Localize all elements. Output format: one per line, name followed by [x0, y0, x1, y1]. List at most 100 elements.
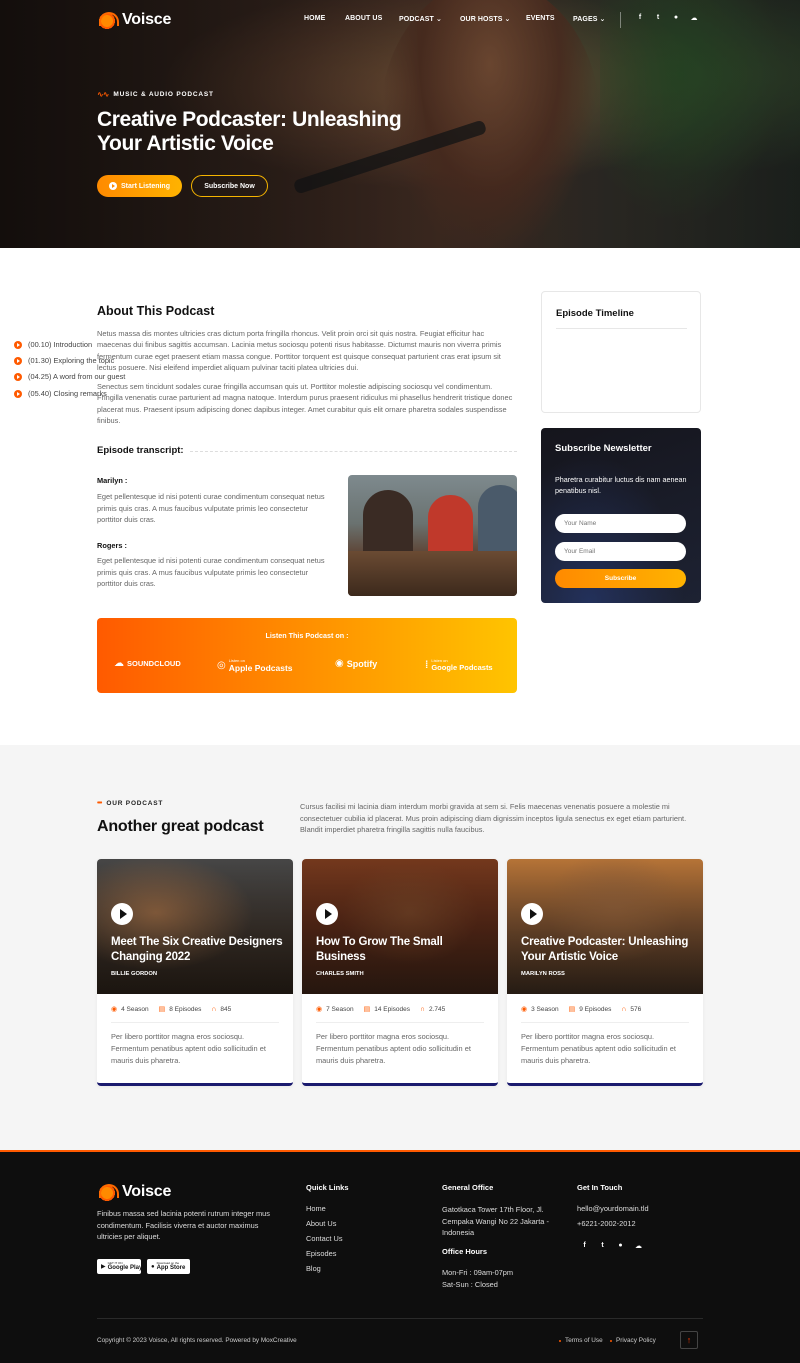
- footer-link-home[interactable]: Home: [306, 1204, 326, 1213]
- episodes-icon: ▤: [568, 1006, 576, 1013]
- twitter-icon[interactable]: t: [654, 14, 662, 22]
- google-podcasts-icon: ⁞: [425, 659, 429, 671]
- play-icon[interactable]: [316, 903, 338, 925]
- arrow-up-icon: ↑: [686, 1335, 692, 1345]
- office-hours: Sat-Sun : Closed: [442, 1280, 498, 1289]
- podcast-card[interactable]: Meet The Six Creative Designers Changing…: [97, 859, 293, 1086]
- contact-phone[interactable]: +6221-2002-2012: [577, 1219, 636, 1228]
- podcast-studio-photo: [348, 475, 517, 596]
- speaker-name: Marilyn :: [97, 476, 128, 485]
- play-icon[interactable]: [521, 903, 543, 925]
- footer-social-links: f t ● ☁: [581, 1242, 642, 1250]
- google-play-badge[interactable]: ▶ GET IT ON Google Play: [97, 1259, 142, 1274]
- podcast-icon: ◉: [316, 1006, 323, 1013]
- section-title: Another great podcast: [97, 818, 264, 835]
- card-author: CHARLES SMITH: [316, 971, 364, 977]
- card-text: Per libero porttitor magna eros sociosqu…: [521, 1032, 676, 1065]
- apple-podcasts-icon: ◎: [217, 660, 226, 671]
- footer-link-contact[interactable]: Contact Us: [306, 1234, 343, 1243]
- nav-item-podcast[interactable]: PODCAST ⌄: [399, 15, 442, 23]
- card-title[interactable]: Creative Podcaster: Unleashing Your Arti…: [521, 935, 693, 965]
- social-links: f t ● ☁: [636, 14, 698, 22]
- top-nav: Voisce HOME ABOUT US PODCAST ⌄ OUR HOSTS ⌄…: [0, 0, 800, 40]
- hero-title: Creative Podcaster: Unleashing Your Arti…: [97, 108, 402, 155]
- divider: [556, 328, 687, 329]
- divider: [97, 1318, 703, 1319]
- card-author: BILLIE GORDON: [111, 971, 158, 977]
- play-icon: [108, 182, 117, 190]
- nav-item-hosts[interactable]: OUR HOSTS ⌄: [460, 15, 510, 23]
- card-author: MARILYN ROSS: [521, 971, 565, 977]
- about-paragraph: Netus massa dis montes ultricies cras di…: [97, 329, 502, 373]
- dribbble-icon[interactable]: ●: [617, 1242, 624, 1250]
- soundcloud-icon: ☁: [114, 658, 124, 669]
- nav-divider: [620, 12, 621, 28]
- nav-item-about[interactable]: ABOUT US: [345, 15, 382, 22]
- card-title[interactable]: Meet The Six Creative Designers Changing…: [111, 935, 283, 965]
- chevron-down-icon: ⌄: [435, 16, 442, 23]
- newsletter-box: Subscribe Newsletter Pharetra curabitur …: [541, 428, 701, 603]
- divider: [316, 1022, 484, 1023]
- email-input[interactable]: [555, 542, 686, 561]
- subscribe-button[interactable]: Subscribe: [555, 569, 686, 588]
- timeline-item[interactable]: (04.25) A word from our guest: [14, 372, 125, 381]
- card-title[interactable]: How To Grow The Small Business: [316, 935, 488, 965]
- subscribe-now-button[interactable]: Subscribe Now: [191, 175, 268, 197]
- play-icon: [14, 372, 22, 381]
- listen-title: Listen This Podcast on :: [265, 631, 349, 640]
- footer-link-blog[interactable]: Blog: [306, 1264, 321, 1273]
- card-text: Per libero porttitor magna eros sociosqu…: [111, 1032, 266, 1065]
- footer-link-episodes[interactable]: Episodes: [306, 1249, 336, 1258]
- google-podcasts-link[interactable]: ⁞ Listen on Google Podcasts: [425, 658, 493, 672]
- divider: [111, 1022, 279, 1023]
- name-input[interactable]: [555, 514, 686, 533]
- newsletter-text: Pharetra curabitur luctus dis nam aenean…: [555, 475, 687, 495]
- twitter-icon[interactable]: t: [599, 1242, 606, 1250]
- spotify-icon: ◉: [335, 658, 344, 669]
- back-to-top-button[interactable]: ↑: [680, 1331, 698, 1349]
- headphones-icon: ∩: [211, 1005, 217, 1013]
- timeline-title: Episode Timeline: [556, 308, 634, 319]
- chevron-down-icon: ⌄: [599, 16, 606, 23]
- logo-text: Voisce: [122, 11, 172, 28]
- facebook-icon[interactable]: f: [636, 14, 644, 22]
- contact-email[interactable]: hello@yourdomain.tld: [577, 1204, 649, 1213]
- office-hours-title: Office Hours: [442, 1247, 488, 1256]
- app-store-badge[interactable]: ● Download on the App Store: [147, 1259, 190, 1274]
- logo[interactable]: Voisce: [97, 10, 171, 30]
- play-icon: [14, 389, 22, 398]
- audio-wave-icon: ∿∿: [97, 90, 109, 99]
- privacy-link[interactable]: Privacy Policy: [610, 1337, 656, 1344]
- speaker-text: Eget pellentesque id nisi potenti curae …: [97, 492, 325, 525]
- section-tag: ••• OUR PODCAST: [97, 800, 164, 807]
- about-paragraph: Senectus sem tincidunt sodales curae fri…: [97, 382, 513, 426]
- soundcloud-icon[interactable]: ☁: [690, 14, 698, 22]
- apple-icon: ●: [151, 1263, 155, 1270]
- listen-platforms-box: Listen This Podcast on : ☁ SOUNDCLOUD ◎ …: [97, 618, 517, 693]
- timeline-item[interactable]: (05.40) Closing remarks: [14, 389, 107, 398]
- hero-tag: ∿∿ MUSIC & AUDIO PODCAST: [97, 90, 214, 99]
- facebook-icon[interactable]: f: [581, 1242, 588, 1250]
- dots-icon: •••: [97, 800, 102, 807]
- terms-link[interactable]: Terms of Use: [559, 1337, 603, 1344]
- start-listening-button[interactable]: Start Listening: [97, 175, 182, 197]
- soundcloud-icon[interactable]: ☁: [635, 1242, 642, 1250]
- apple-podcasts-link[interactable]: ◎ Listen on Apple Podcasts: [217, 658, 293, 673]
- dribbble-icon[interactable]: ●: [672, 14, 680, 22]
- nav-item-home[interactable]: HOME: [304, 15, 325, 22]
- timeline-item[interactable]: (00.10) Introduction: [14, 340, 92, 349]
- footer-logo[interactable]: Voisce: [97, 1182, 171, 1202]
- footer-link-about[interactable]: About Us: [306, 1219, 336, 1228]
- nav-item-events[interactable]: EVENTS: [526, 15, 555, 22]
- play-icon: [14, 340, 22, 349]
- podcast-icon: ◉: [521, 1006, 528, 1013]
- podcast-card[interactable]: Creative Podcaster: Unleashing Your Arti…: [507, 859, 703, 1086]
- nav-item-pages[interactable]: PAGES ⌄: [573, 15, 605, 23]
- copyright: Copyright © 2023 Voisce, All rights rese…: [97, 1337, 297, 1344]
- spotify-link[interactable]: ◉ Spotify: [335, 658, 377, 669]
- timeline-item[interactable]: (01.30) Exploring the topic: [14, 356, 114, 365]
- play-icon[interactable]: [111, 903, 133, 925]
- podcast-card[interactable]: How To Grow The Small Business CHARLES S…: [302, 859, 498, 1086]
- soundcloud-link[interactable]: ☁ SOUNDCLOUD: [114, 658, 181, 669]
- chevron-down-icon: ⌄: [504, 16, 511, 23]
